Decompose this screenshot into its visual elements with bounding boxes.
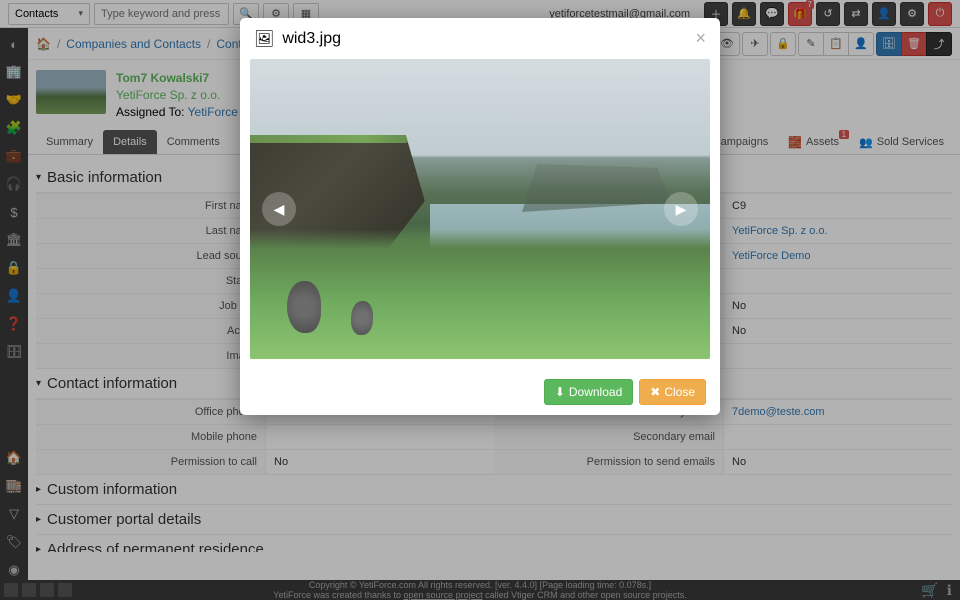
- modal-title: wid3.jpg: [282, 30, 341, 48]
- image-modal: 🖼 wid3.jpg × ◀ ▶ ⬇ Download ✖ Close: [240, 18, 720, 415]
- next-arrow[interactable]: ▶: [664, 192, 698, 226]
- download-button[interactable]: ⬇ Download: [544, 379, 633, 405]
- prev-arrow[interactable]: ◀: [262, 192, 296, 226]
- image-preview: ◀ ▶: [250, 59, 710, 359]
- image-icon: 🖼: [254, 29, 274, 49]
- close-button[interactable]: ✖ Close: [639, 379, 706, 405]
- close-icon[interactable]: ×: [695, 28, 706, 49]
